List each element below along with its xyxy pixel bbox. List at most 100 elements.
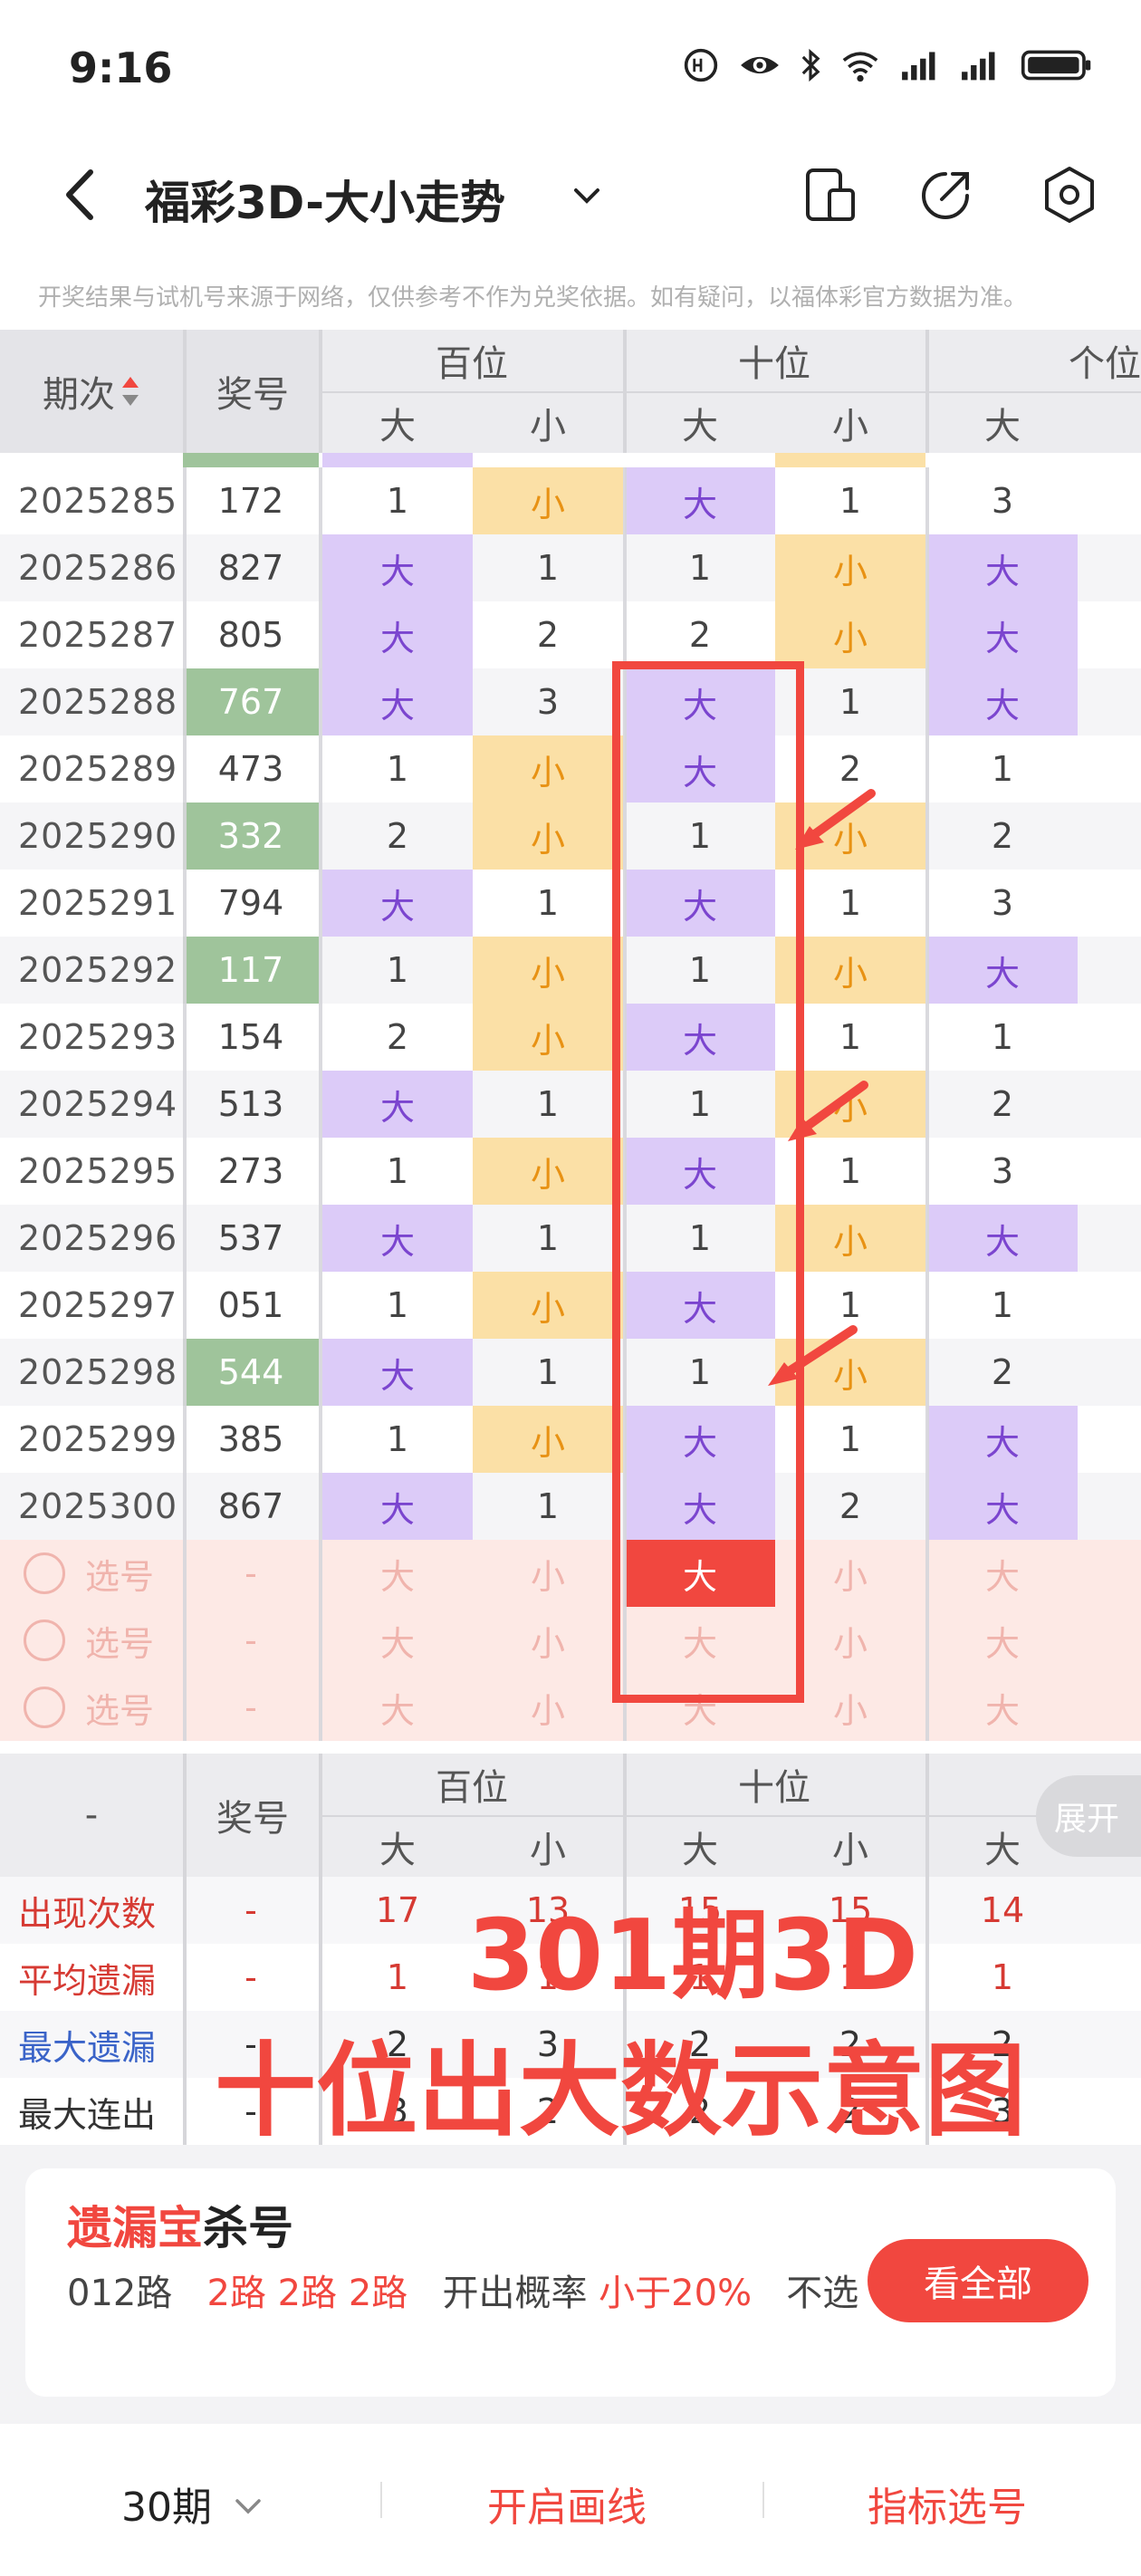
trend-cell: 2: [386, 1017, 409, 1057]
trend-cell: 2: [991, 1084, 1014, 1124]
number-cell: 172: [217, 481, 284, 521]
number-cell: 544: [183, 1339, 319, 1406]
status-icons: [681, 47, 1096, 83]
tens-small-header: 小: [832, 406, 868, 447]
hundreds-small-header: 小: [530, 406, 566, 447]
arrow-icon: [788, 1081, 868, 1141]
trend-cell: 2: [991, 816, 1014, 856]
table-row[interactable]: 2025289 473 1 小大 2 1: [0, 735, 1141, 803]
pick-option[interactable]: 小: [473, 1540, 623, 1607]
table-header: 期次 奖号 百位 十位 个位 大 小 大 小 大: [0, 330, 1141, 453]
pick-toggle[interactable]: 选号: [24, 1607, 183, 1674]
issue-cell: 2025294: [18, 1084, 178, 1124]
pick-row[interactable]: 选号 - 大小大小大: [0, 1607, 1141, 1674]
bluetooth-icon: [801, 48, 820, 82]
trend-cell: [1078, 1138, 1141, 1205]
sort-icon[interactable]: [120, 373, 140, 409]
trend-cell: 1: [536, 1352, 560, 1392]
table-row[interactable]: 2025297 051 1 小大 1 1: [0, 1272, 1141, 1339]
stats-h-big: 大: [379, 1830, 416, 1871]
table-row[interactable]: 2025294 513 大 1 1 小 2: [0, 1071, 1141, 1138]
trend-cell: [1078, 937, 1141, 1004]
pick-row[interactable]: 选号 - 大小大小大: [0, 1674, 1141, 1741]
table-row[interactable]: 2025292 117 1 小 1 小大: [0, 937, 1141, 1004]
table-row[interactable]: 2025293 154 2 小大 1 1: [0, 1004, 1141, 1071]
trend-cell: [1078, 1272, 1141, 1339]
promo-card: 遗漏宝杀号 012路 2路 2路 2路 开出概率 小于20% 不选 看全部: [25, 2168, 1116, 2397]
trend-cell: 1: [991, 1285, 1014, 1325]
pick-option[interactable]: 大: [322, 1607, 473, 1674]
pick-toggle[interactable]: 选号: [24, 1674, 183, 1741]
table-row[interactable]: 2025285 172 1 小大 1 3: [0, 467, 1141, 534]
wifi-icon: [842, 52, 878, 82]
battery-icon: [1021, 50, 1091, 81]
share-icon[interactable]: [915, 163, 978, 226]
periods-selector[interactable]: 30期: [121, 2475, 264, 2533]
pick-option[interactable]: 大: [927, 1674, 1078, 1741]
issue-cell: 2025291: [18, 883, 178, 923]
table-row[interactable]: 2025295 273 1 小大 1 3: [0, 1138, 1141, 1205]
pick-toggle[interactable]: 选号: [24, 1540, 183, 1607]
table-row[interactable]: 2025299 385 1 小大 1 大: [0, 1406, 1141, 1473]
trend-cell: 1: [386, 1419, 409, 1459]
annotation-line-1: 301期3D: [466, 1899, 919, 2013]
radio-circle-icon[interactable]: [24, 1620, 65, 1661]
settings-icon[interactable]: [1038, 163, 1101, 226]
trend-cell: 大: [927, 534, 1078, 601]
page-title[interactable]: 福彩3D-大小走势: [145, 167, 505, 232]
pick-option[interactable]: 大: [322, 1540, 473, 1607]
table-row[interactable]: 2025287 805 大 2 2 小大: [0, 601, 1141, 668]
trend-cell: [1078, 1339, 1141, 1406]
annotation-box: [612, 661, 804, 1703]
stats-h-small: 小: [530, 1830, 566, 1871]
draw-line-button[interactable]: 开启画线: [487, 2475, 647, 2533]
table-row[interactable]: 2025296 537 大 1 1 小大: [0, 1205, 1141, 1272]
pick-option[interactable]: 大: [927, 1607, 1078, 1674]
trend-cell: 大: [322, 534, 473, 601]
trend-cell: 小: [473, 735, 623, 803]
annotation-line-2: 十位出大数示意图: [215, 2033, 1026, 2150]
issue-cell: 2025296: [18, 1218, 178, 1258]
device-icon[interactable]: [799, 163, 862, 226]
trend-cell: 1: [536, 883, 560, 923]
issue-cell: 2025288: [18, 682, 178, 722]
pick-option[interactable]: 大: [927, 1540, 1078, 1607]
table-row[interactable]: 2025288 767 大 3 大 1 大: [0, 668, 1141, 735]
units-group-header: 个位: [1069, 343, 1141, 385]
see-all-button[interactable]: 看全部: [868, 2239, 1088, 2322]
table-row[interactable]: 2025300 867 大 1 大 2 大: [0, 1473, 1141, 1540]
back-icon[interactable]: [54, 165, 109, 225]
issue-cell: 2025295: [18, 1151, 178, 1191]
hundreds-big-header: 大: [379, 406, 416, 447]
indicator-pick-button[interactable]: 指标选号: [868, 2475, 1027, 2533]
units-big-header: 大: [984, 406, 1021, 447]
table-row[interactable]: 2025290 332 2 小 1 小 2: [0, 803, 1141, 870]
issue-column-header[interactable]: 期次: [0, 330, 183, 453]
expand-button[interactable]: 展开: [1036, 1775, 1141, 1857]
trend-cell: [1078, 1205, 1141, 1272]
radio-circle-icon[interactable]: [24, 1552, 65, 1594]
issue-cell: 2025298: [18, 1352, 178, 1392]
table-row[interactable]: 2025286 827 大 1 1 小大: [0, 534, 1141, 601]
trend-cell: 3: [991, 1151, 1014, 1191]
trend-cell: 1: [536, 1486, 560, 1526]
pick-row[interactable]: 选号 - 大小大小大: [0, 1540, 1141, 1607]
table-row[interactable]: 2025291 794 大 1 大 1 3: [0, 870, 1141, 937]
pick-option[interactable]: 小: [473, 1607, 623, 1674]
radio-circle-icon[interactable]: [24, 1687, 65, 1728]
chevron-down-icon[interactable]: [570, 179, 603, 212]
number-cell: 513: [217, 1084, 284, 1124]
signal-icon: [902, 52, 935, 81]
trend-cell: 大: [322, 1339, 473, 1406]
table-row[interactable]: 2025298 544 大 1 1 小 2: [0, 1339, 1141, 1406]
pick-option[interactable]: 大: [322, 1674, 473, 1741]
number-cell: 805: [217, 615, 284, 655]
pick-option[interactable]: 小: [473, 1674, 623, 1741]
promo-description: 012路 2路 2路 2路 开出概率 小于20% 不选: [67, 2273, 859, 2314]
issue-cell: 2025290: [18, 816, 178, 856]
trend-cell: [1078, 534, 1141, 601]
trend-cell: [1078, 601, 1141, 668]
trend-cell: [1078, 668, 1141, 735]
trend-cell: 1: [386, 481, 409, 521]
trend-cell: 1: [386, 950, 409, 990]
